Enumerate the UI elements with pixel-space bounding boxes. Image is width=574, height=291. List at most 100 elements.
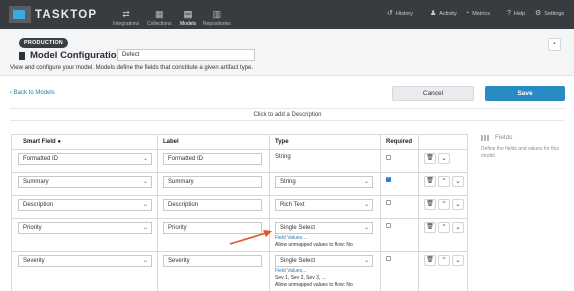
- collections-icon: ▦: [154, 9, 164, 19]
- nav-label: Help: [513, 10, 526, 17]
- smart-field-select[interactable]: Summary ⌄: [18, 176, 152, 188]
- smart-field-select[interactable]: Severity ⌄: [18, 255, 152, 267]
- fields-table: Smart Field ● Label Type Required Format…: [11, 134, 468, 291]
- nav-label: History: [395, 10, 413, 17]
- move-down-icon[interactable]: ⌄: [452, 199, 464, 210]
- move-up-icon[interactable]: ⌃: [438, 199, 450, 210]
- logo-text: TASKTOP: [35, 8, 98, 21]
- settings-icon: ⚙: [535, 10, 542, 17]
- field-values-link[interactable]: Field Values...: [275, 268, 306, 274]
- select-value: Summary: [23, 179, 49, 185]
- move-down-icon[interactable]: ⌄: [452, 222, 464, 233]
- move-up-icon[interactable]: ⌃: [438, 176, 450, 187]
- smart-field-select[interactable]: Description ⌄: [18, 199, 152, 211]
- label-input[interactable]: Formatted ID: [163, 153, 262, 165]
- nav-activity[interactable]: ♟ Activity: [430, 10, 457, 17]
- trash-icon[interactable]: 🗑: [424, 199, 436, 210]
- page-title: Model Configuration: [30, 50, 123, 61]
- move-up-icon[interactable]: ⌃: [438, 255, 450, 266]
- select-value: Formatted ID: [23, 156, 59, 162]
- label-input[interactable]: Summary: [163, 176, 262, 188]
- required-checkbox[interactable]: [386, 223, 391, 228]
- nav-label: Activity: [439, 10, 457, 17]
- header-type: Type: [275, 139, 289, 145]
- chevron-down-icon: ⌄: [142, 156, 148, 162]
- annotation-arrow-icon: [229, 230, 272, 245]
- nav-label: Repositories: [203, 21, 231, 27]
- unmapped-values-note: Allow unmapped values to flow: No: [275, 282, 353, 288]
- nav-models[interactable]: ▤ Models: [180, 3, 197, 28]
- page-header: PRODUCTION Model Configuration Defect Vi…: [0, 29, 574, 76]
- header-required: Required: [386, 139, 413, 145]
- chevron-down-icon: ⌄: [363, 179, 369, 185]
- field-values-link[interactable]: Field Values...: [275, 235, 306, 241]
- logo[interactable]: TASKTOP: [9, 6, 97, 23]
- environment-badge: PRODUCTION: [19, 38, 68, 48]
- cancel-button[interactable]: Cancel: [392, 86, 474, 101]
- chevron-down-icon: ⌄: [142, 179, 148, 185]
- required-checkbox[interactable]: [386, 175, 391, 182]
- nav-collections[interactable]: ▦ Collections: [147, 3, 172, 28]
- chevron-down-icon: ⌄: [363, 258, 369, 264]
- header-label: Smart Field: [23, 139, 56, 145]
- top-nav: TASKTOP ⇄ Integrations ▦ Collections ▤ M…: [0, 0, 574, 29]
- label-input[interactable]: Severity: [163, 255, 262, 267]
- move-down-icon[interactable]: ⌄: [438, 153, 450, 164]
- trash-icon[interactable]: 🗑: [424, 176, 436, 187]
- nav-settings[interactable]: ⚙ Settings: [535, 10, 564, 17]
- header-label-col: Label: [163, 139, 179, 145]
- nav-label: Integrations: [113, 21, 140, 27]
- page-subtitle: View and configure your model. Models de…: [10, 65, 254, 71]
- select-value: Description: [23, 202, 54, 208]
- trash-icon[interactable]: 🗑: [424, 222, 436, 233]
- nav-history[interactable]: ↺ History: [387, 10, 413, 17]
- column-divider: [157, 135, 158, 291]
- nav-repositories[interactable]: ▥ Repositories: [203, 3, 231, 28]
- chevron-down-icon: ⌄: [142, 202, 148, 208]
- panel-description: Define the fields and values for this mo…: [481, 146, 559, 159]
- description-prompt[interactable]: Click to add a Description: [10, 108, 565, 121]
- row-divider: [12, 218, 467, 219]
- type-select[interactable]: Single Select ⌄: [275, 255, 373, 267]
- column-divider: [269, 135, 270, 291]
- integrations-icon: ⇄: [122, 9, 130, 19]
- required-checkbox[interactable]: [386, 155, 391, 160]
- label-input[interactable]: Description: [163, 199, 262, 211]
- nav-label: Models: [180, 21, 197, 27]
- trash-icon[interactable]: 🗑: [424, 255, 436, 266]
- column-divider: [380, 135, 381, 291]
- move-down-icon[interactable]: ⌄: [452, 255, 464, 266]
- select-value: Severity: [23, 258, 45, 264]
- save-button[interactable]: Save: [485, 86, 565, 101]
- nav-label: Collections: [147, 21, 172, 27]
- activity-icon: ♟: [430, 10, 437, 17]
- panel-title-row: Fields: [481, 134, 569, 141]
- nav-integrations[interactable]: ⇄ Integrations: [113, 3, 140, 28]
- required-checkbox[interactable]: [386, 200, 391, 205]
- unmapped-values-note: Allow unmapped values to flow: No: [275, 242, 353, 248]
- pin-icon: ⬩: [553, 41, 556, 47]
- required-checkbox[interactable]: [386, 256, 391, 261]
- title-row: Model Configuration: [19, 50, 122, 61]
- history-icon: ↺: [387, 10, 393, 17]
- pin-button[interactable]: ⬩: [548, 38, 561, 51]
- type-value: String: [275, 154, 291, 160]
- model-name-field[interactable]: Defect: [117, 49, 255, 61]
- type-select[interactable]: Rich Text ⌄: [275, 199, 373, 211]
- back-label: Back to Models: [13, 90, 55, 96]
- select-value: Single Select: [280, 258, 316, 264]
- column-divider: [418, 135, 419, 291]
- type-select[interactable]: String ⌄: [275, 176, 373, 188]
- select-value: Rich Text: [280, 202, 305, 208]
- smart-field-select[interactable]: Formatted ID ⌄: [18, 153, 152, 165]
- info-icon[interactable]: ●: [57, 139, 61, 145]
- nav-help[interactable]: ? Help: [507, 10, 525, 17]
- type-select[interactable]: Single Select ⌄: [275, 222, 373, 234]
- smart-field-select[interactable]: Priority ⌄: [18, 222, 152, 234]
- header-smart-field: Smart Field ●: [23, 135, 61, 149]
- move-down-icon[interactable]: ⌄: [452, 176, 464, 187]
- trash-icon[interactable]: 🗑: [424, 153, 436, 164]
- nav-metrics[interactable]: ◔ Metrics: [465, 10, 490, 17]
- back-to-models-link[interactable]: ‹ Back to Models: [10, 90, 55, 96]
- move-up-icon[interactable]: ⌃: [438, 222, 450, 233]
